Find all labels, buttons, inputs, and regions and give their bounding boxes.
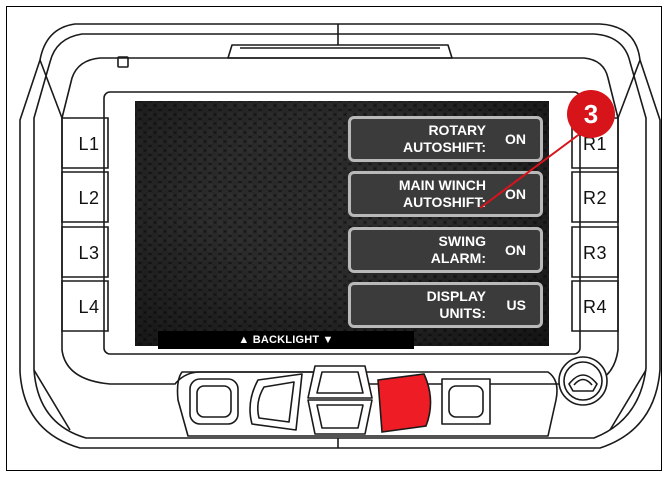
callout-marker: 3 xyxy=(567,90,615,138)
callout-leader-line xyxy=(479,129,586,209)
